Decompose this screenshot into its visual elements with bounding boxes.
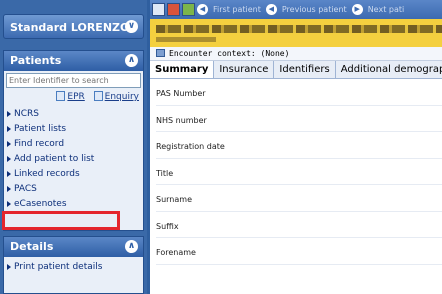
patients-section-header[interactable]: Patients ∧ [4, 51, 143, 71]
menu-item-label: Find record [14, 139, 65, 149]
tab-summary[interactable]: Summary [150, 61, 215, 78]
window-icon[interactable] [152, 3, 165, 16]
next-icon: ▶ [351, 4, 363, 15]
details-menu: Print patient details [4, 260, 143, 275]
document-icon [93, 91, 103, 101]
menu-item-label: eCasenotes [14, 199, 67, 209]
epr-link[interactable]: EPR [56, 91, 85, 102]
triangle-right-icon [7, 171, 11, 177]
menu-item-label: NCRS [14, 109, 39, 119]
first-patient-button[interactable]: First patient [210, 5, 264, 14]
triangle-right-icon [7, 201, 11, 207]
field-pas-number: PAS Number [156, 79, 442, 106]
field-forename: Forename [156, 238, 442, 265]
encounter-icon [156, 49, 165, 57]
menu-item-find-record[interactable]: Find record [4, 137, 143, 152]
patient-tabs: Summary Insurance Identifiers Additional… [150, 61, 442, 79]
menu-item-label: PACS [14, 184, 37, 194]
patient-toolbar: ◀ First patient ◀ Previous patient ▶ Nex… [150, 0, 442, 19]
chevron-down-icon[interactable]: ∨ [125, 20, 138, 33]
home-icon[interactable] [167, 3, 180, 16]
context-header-label: Standard LORENZO [10, 21, 130, 34]
document-icon [56, 91, 66, 101]
patient-panel: ◀ First patient ◀ Previous patient ▶ Nex… [150, 0, 442, 294]
encounter-context-label: Encounter context: (None) [169, 49, 290, 58]
field-registration-date: Registration date [156, 132, 442, 159]
enquiry-link-label: Enquiry [104, 92, 139, 102]
identifier-search-input[interactable] [6, 73, 141, 88]
patients-section-title: Patients [10, 54, 62, 67]
menu-item-label: Add patient to list [14, 154, 95, 164]
navigation-pane: Standard LORENZO ∨ Patients ∧ EPR Enquir… [0, 0, 147, 294]
redacted-patient-name [156, 25, 442, 33]
details-section-header[interactable]: Details ∧ [4, 237, 143, 257]
menu-item-label: Linked records [14, 169, 80, 179]
triangle-right-icon [7, 126, 11, 132]
details-section-title: Details [10, 240, 54, 253]
menu-item-label: Patient lists [14, 124, 67, 134]
menu-item-print-patient-details[interactable]: Print patient details [4, 260, 143, 275]
details-section: Details ∧ Print patient details [3, 236, 144, 294]
menu-item-label: Print patient details [14, 262, 103, 272]
close-record-icon[interactable] [182, 3, 195, 16]
field-surname: Surname [156, 185, 442, 212]
menu-item-pacs[interactable]: PACS [4, 182, 143, 197]
triangle-right-icon [7, 186, 11, 192]
epr-link-label: EPR [67, 92, 85, 102]
previous-patient-button[interactable]: Previous patient [279, 5, 350, 14]
patient-banner [150, 19, 442, 47]
chevron-up-icon[interactable]: ∧ [125, 240, 138, 253]
triangle-right-icon [7, 156, 11, 162]
field-title: Title [156, 159, 442, 185]
menu-item-add-patient-to-list[interactable]: Add patient to list [4, 152, 143, 167]
menu-item-linked-records[interactable]: Linked records [4, 167, 143, 182]
previous-icon: ◀ [265, 4, 277, 15]
context-header[interactable]: Standard LORENZO ∨ [3, 14, 144, 39]
tab-additional-demographics[interactable]: Additional demograp [336, 61, 442, 78]
triangle-right-icon [7, 111, 11, 117]
next-patient-button[interactable]: Next pati [365, 5, 408, 14]
enquiry-link[interactable]: Enquiry [93, 91, 139, 102]
menu-item-ecasenotes[interactable]: eCasenotes [4, 197, 143, 212]
menu-item-patient-lists[interactable]: Patient lists [4, 122, 143, 137]
encounter-context: Encounter context: (None) [150, 47, 442, 61]
field-suffix: Suffix [156, 212, 442, 238]
summary-fields: PAS Number NHS number Registration date … [150, 79, 442, 265]
first-icon: ◀ [197, 4, 208, 15]
record-links: EPR Enquiry [4, 88, 143, 107]
ecasenotes-highlight-box [2, 211, 120, 230]
patients-menu: NCRS Patient lists Find record Add patie… [4, 107, 143, 212]
menu-item-ncrs[interactable]: NCRS [4, 107, 143, 122]
triangle-right-icon [7, 141, 11, 147]
redacted-patient-detail [156, 37, 216, 42]
tab-identifiers[interactable]: Identifiers [274, 61, 336, 78]
chevron-up-icon[interactable]: ∧ [125, 54, 138, 67]
field-nhs-number: NHS number [156, 106, 442, 132]
tab-insurance[interactable]: Insurance [214, 61, 275, 78]
triangle-right-icon [7, 264, 11, 270]
patients-section: Patients ∧ EPR Enquiry NCRS Patient list… [3, 50, 144, 231]
